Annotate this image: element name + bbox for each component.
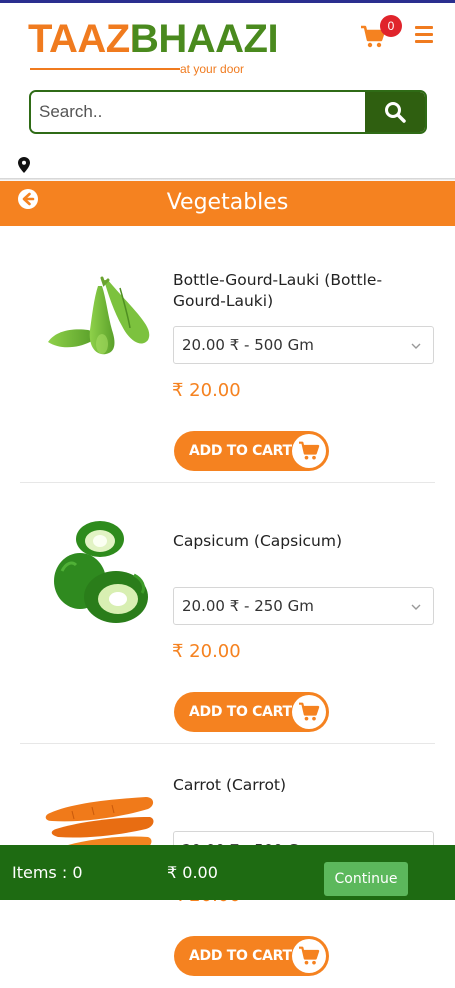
product-name: Bottle-Gourd-Lauki (Bottle-Gourd-Lauki) [173, 271, 383, 310]
logo-underline [30, 68, 180, 70]
logo-text-bhaazi: BHAAZI [130, 17, 279, 61]
cart-icon [292, 434, 326, 468]
chevron-down-icon [411, 604, 421, 610]
product-price: ₹ 20.00 [172, 641, 241, 662]
category-title: Vegetables [166, 190, 289, 215]
add-to-cart-button[interactable]: ADD TO CART [174, 431, 329, 471]
cart-button[interactable]: 0 [360, 15, 402, 51]
product-divider [20, 482, 435, 483]
product-card: Bottle-Gourd-Lauki (Bottle-Gourd-Lauki) … [0, 240, 455, 483]
product-divider [20, 743, 435, 744]
hamburger-menu-icon[interactable] [415, 26, 435, 44]
cart-total: ₹ 0.00 [167, 863, 218, 882]
continue-button[interactable]: Continue [324, 862, 408, 896]
category-bar: Vegetables [0, 181, 455, 226]
search-bar [29, 90, 427, 134]
product-price: ₹ 20.00 [172, 380, 241, 401]
variant-select-value: 20.00 ₹ - 250 Gm [182, 597, 314, 615]
product-name: Capsicum (Capsicum) [173, 532, 342, 550]
logo-text-taazi: TAAZI [28, 17, 141, 61]
location-pin-icon[interactable] [17, 156, 31, 174]
search-icon [385, 102, 406, 123]
product-image-capsicum[interactable] [42, 519, 157, 629]
variant-select[interactable]: 20.00 ₹ - 500 Gm [173, 326, 434, 364]
logo[interactable]: TAAZI BHAAZI at your door [28, 15, 279, 79]
add-to-cart-label: ADD TO CART [189, 948, 292, 964]
cart-icon [292, 695, 326, 729]
add-to-cart-button[interactable]: ADD TO CART [174, 692, 329, 732]
cart-count-badge: 0 [380, 15, 402, 37]
product-name: Carrot (Carrot) [173, 776, 287, 794]
add-to-cart-button[interactable]: ADD TO CART [174, 936, 329, 976]
search-input[interactable] [31, 92, 383, 132]
add-to-cart-label: ADD TO CART [189, 443, 292, 459]
search-button[interactable] [365, 92, 425, 132]
logo-tagline: at your door [180, 62, 245, 76]
chevron-down-icon [411, 343, 421, 349]
product-card: Capsicum (Capsicum) 20.00 ₹ - 250 Gm ₹ 2… [0, 501, 455, 744]
product-image-bottle-gourd[interactable] [42, 258, 157, 368]
variant-select-value: 20.00 ₹ - 500 Gm [182, 336, 314, 354]
variant-select[interactable]: 20.00 ₹ - 250 Gm [173, 587, 434, 625]
cart-icon [292, 939, 326, 973]
header: TAAZI BHAAZI at your door 0 [0, 3, 455, 85]
items-count: Items : 0 [12, 863, 83, 882]
add-to-cart-label: ADD TO CART [189, 704, 292, 720]
cart-summary-footer: Items : 0 ₹ 0.00 Continue [0, 845, 455, 900]
